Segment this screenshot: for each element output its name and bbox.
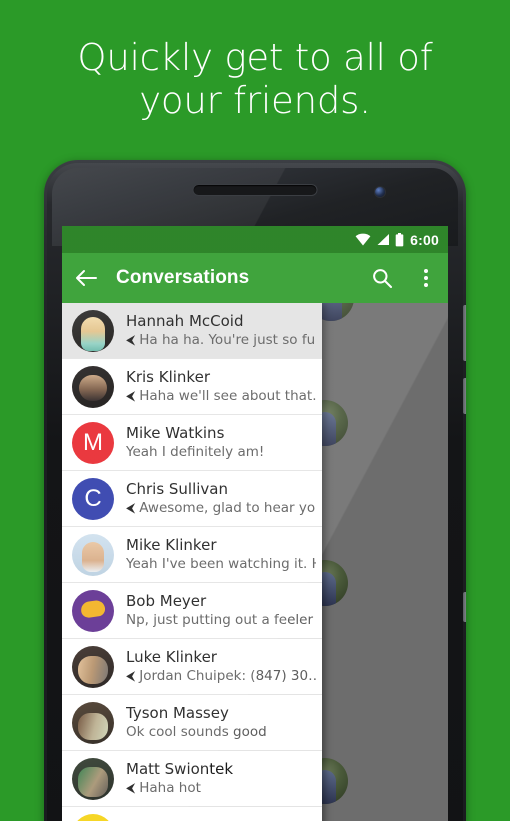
message-snippet: ⮜ Ha ha ha. You're just so fu… — [126, 331, 316, 349]
volume-down-button[interactable] — [463, 592, 466, 622]
back-button[interactable] — [62, 269, 110, 287]
avatar — [72, 757, 114, 800]
snippet-text: Ha ha ha. You're just so fu… — [139, 332, 316, 348]
conversation-row-texts: Mike Klinker Yeah I've been watching it.… — [126, 536, 322, 573]
avatar — [72, 814, 114, 821]
avatar — [72, 645, 114, 688]
conversation-row-texts: Bob Meyer Np, just putting out a feeler — [126, 592, 322, 629]
app-toolbar: Conversations — [62, 253, 448, 303]
conversation-row-kris-klinker[interactable]: Kris Klinker ⮜ Haha we'll see about that… — [62, 359, 322, 415]
conversation-row-texts: Kris Klinker ⮜ Haha we'll see about that… — [126, 368, 322, 405]
snippet-text: Awesome, glad to hear yo… — [139, 500, 316, 516]
power-button[interactable] — [463, 378, 466, 414]
conversation-row-bob-meyer[interactable]: Bob Meyer Np, just putting out a feeler — [62, 583, 322, 639]
overflow-menu-button[interactable] — [404, 269, 448, 287]
message-snippet: ⮜ Haha we'll see about that. — [126, 387, 316, 405]
conversation-row-mike-klinker[interactable]: Mike Klinker Yeah I've been watching it.… — [62, 527, 322, 583]
toolbar-title: Conversations — [116, 267, 250, 288]
message-snippet: ⮜ Jordan Chuipek: (847) 30… — [126, 667, 316, 685]
reply-arrow-icon: ⮜ — [126, 668, 136, 684]
wifi-icon — [355, 233, 371, 246]
message-snippet: ⮜ Awesome, glad to hear yo… — [126, 499, 316, 517]
conversation-row-mike-watkins[interactable]: M Mike Watkins Yeah I definitely am! — [62, 415, 322, 471]
conversation-row-texts: Mike Watkins Yeah I definitely am! — [126, 424, 322, 461]
conversation-list-panel[interactable]: Hannah McCoid ⮜ Ha ha ha. You're just so… — [62, 303, 322, 821]
message-snippet: Yeah I've been watching it. H… — [126, 555, 316, 573]
search-icon — [373, 269, 392, 288]
conversation-row-texts: Luke Klinker ⮜ Jordan Chuipek: (847) 30… — [126, 648, 322, 685]
earpiece-speaker-icon — [192, 184, 318, 196]
message-snippet: ⮜ Haha hot — [126, 779, 316, 797]
conversation-row-rachel-morris[interactable]: Rachel Morris — [62, 807, 322, 821]
conversation-row-luke-klinker[interactable]: Luke Klinker ⮜ Jordan Chuipek: (847) 30… — [62, 639, 322, 695]
avatar: M — [72, 421, 114, 464]
contact-name: Mike Klinker — [126, 536, 217, 554]
reply-arrow-icon: ⮜ — [126, 780, 136, 796]
conversation-row-chris-sullivan[interactable]: C Chris Sullivan ⮜ Awesome, glad to hear… — [62, 471, 322, 527]
contact-name: Chris Sullivan — [126, 480, 229, 498]
avatar: C — [72, 477, 114, 520]
contact-name: Luke Klinker — [126, 648, 217, 666]
avatar — [72, 365, 114, 408]
contact-name: Tyson Massey — [126, 704, 229, 722]
message-snippet: Ok cool sounds good — [126, 723, 316, 741]
message-snippet: Np, just putting out a feeler — [126, 611, 316, 629]
avatar — [72, 701, 114, 744]
status-bar-clock: 6:00 — [410, 231, 439, 248]
avatar — [72, 533, 114, 576]
contact-name: Kris Klinker — [126, 368, 210, 386]
conversation-row-texts: Hannah McCoid ⮜ Ha ha ha. You're just so… — [126, 312, 322, 349]
conversation-row-texts: Matt Swiontek ⮜ Haha hot — [126, 760, 322, 797]
volume-rocker-button[interactable] — [463, 305, 466, 361]
reply-arrow-icon: ⮜ — [126, 332, 136, 348]
snippet-text: Jordan Chuipek: (847) 30… — [139, 668, 316, 684]
status-bar: 6:00 — [62, 226, 448, 253]
snippet-text: Haha we'll see about that. — [139, 388, 316, 404]
headline-line-2: your friends. — [139, 79, 371, 122]
contact-name: Hannah McCoid — [126, 312, 244, 330]
snippet-text: Haha hot — [139, 780, 201, 796]
message-snippet: Yeah I definitely am! — [126, 443, 316, 461]
contact-name: Mike Watkins — [126, 424, 225, 442]
conversation-row-hannah-mccoid[interactable]: Hannah McCoid ⮜ Ha ha ha. You're just so… — [62, 303, 322, 359]
snippet-text: Np, just putting out a feeler — [126, 612, 313, 628]
conversation-row-texts: Chris Sullivan ⮜ Awesome, glad to hear y… — [126, 480, 322, 517]
battery-icon — [395, 232, 404, 246]
reply-arrow-icon: ⮜ — [126, 500, 136, 516]
conversation-row-texts: Tyson Massey Ok cool sounds good — [126, 704, 322, 741]
avatar — [72, 589, 114, 632]
contact-name: Matt Swiontek — [126, 760, 234, 778]
snippet-text: Yeah I've been watching it. H… — [126, 556, 316, 572]
overflow-menu-icon — [424, 269, 428, 287]
contact-name: Bob Meyer — [126, 592, 207, 610]
page-title: Quickly get to all of your friends. — [0, 36, 510, 122]
headline-line-1: Quickly get to all of — [77, 36, 433, 79]
snippet-text: Ok cool sounds good — [126, 724, 267, 740]
front-camera-icon — [375, 187, 385, 197]
status-bar-icons — [355, 232, 404, 247]
cell-signal-icon — [377, 234, 390, 245]
reply-arrow-icon: ⮜ — [126, 388, 136, 404]
avatar — [72, 309, 114, 352]
phone-device-frame: my ling for nd going funny. 😊 Hannah McC… — [44, 160, 466, 821]
conversation-row-matt-swiontek[interactable]: Matt Swiontek ⮜ Haha hot — [62, 751, 322, 807]
snippet-text: Yeah I definitely am! — [126, 444, 265, 460]
conversation-row-tyson-massey[interactable]: Tyson Massey Ok cool sounds good — [62, 695, 322, 751]
back-arrow-icon — [76, 270, 97, 286]
search-button[interactable] — [360, 268, 404, 288]
phone-screen: my ling for nd going funny. 😊 Hannah McC… — [62, 226, 448, 821]
